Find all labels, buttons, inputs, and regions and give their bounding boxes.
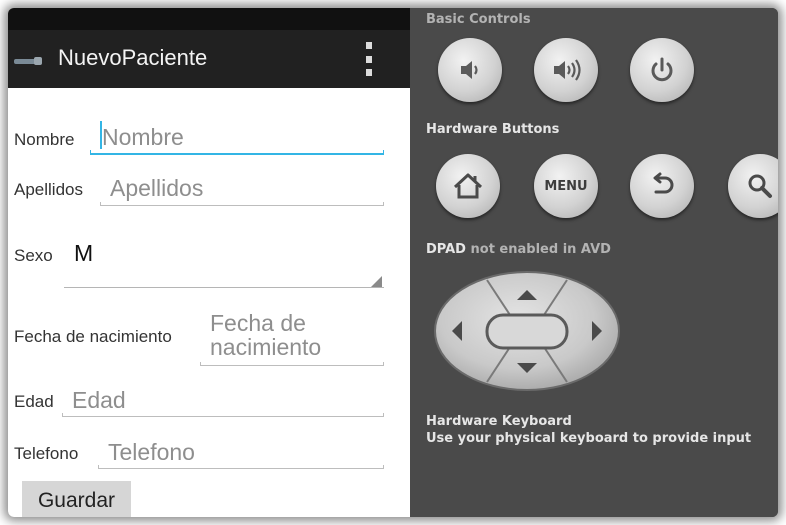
fecha-underline — [200, 362, 384, 366]
fecha-label: Fecha de nacimiento — [14, 327, 172, 346]
telefono-input[interactable] — [108, 437, 378, 467]
keyboard-description: Use your physical keyboard to provide in… — [426, 431, 752, 446]
guardar-button[interactable]: Guardar — [22, 481, 131, 517]
text-cursor — [100, 121, 102, 149]
fecha-placeholder-line1: Fecha de — [210, 310, 306, 336]
phone-screen: NuevoPaciente Nombre Apellidos Sexo M Fe… — [8, 8, 410, 517]
hardware-buttons-title: Hardware Buttons — [426, 122, 560, 137]
dpad-title: DPAD — [426, 242, 466, 257]
telefono-label: Telefono — [14, 444, 79, 463]
hardware-keyboard-info: Hardware Keyboard Use your physical keyb… — [426, 413, 751, 447]
apellidos-label: Apellidos — [14, 180, 83, 199]
apellidos-input[interactable] — [110, 173, 380, 203]
basic-controls-title: Basic Controls — [426, 12, 531, 27]
menu-button[interactable]: MENU — [534, 154, 598, 218]
edad-label: Edad — [14, 392, 54, 411]
volume-down-icon — [461, 61, 478, 79]
telefono-underline — [98, 465, 384, 469]
volume-down-button[interactable] — [438, 38, 502, 102]
menu-icon: MENU — [544, 178, 588, 194]
nombre-underline — [90, 150, 384, 155]
back-button[interactable] — [630, 154, 694, 218]
volume-up-button[interactable] — [534, 38, 598, 102]
power-icon — [651, 57, 673, 82]
edad-underline — [62, 413, 384, 417]
sexo-spinner[interactable]: M — [74, 240, 93, 267]
search-icon — [748, 174, 772, 198]
home-button[interactable] — [436, 154, 500, 218]
action-bar: NuevoPaciente — [8, 30, 410, 88]
fecha-placeholder-line2: nacimiento — [210, 334, 322, 360]
home-icon — [453, 173, 483, 199]
spinner-arrow-icon[interactable] — [371, 276, 382, 287]
app-logo-icon[interactable] — [14, 55, 44, 67]
fecha-input[interactable]: Fecha de nacimiento — [210, 311, 321, 359]
keyboard-title: Hardware Keyboard — [426, 414, 572, 429]
dpad-center-icon — [485, 313, 569, 350]
edad-input[interactable] — [72, 385, 372, 415]
power-button[interactable] — [630, 38, 694, 102]
app-title: NuevoPaciente — [58, 45, 208, 70]
dpad-status: DPAD not enabled in AVD — [426, 242, 611, 257]
dpad-note: not enabled in AVD — [465, 242, 611, 257]
dpad-control[interactable] — [432, 270, 622, 392]
volume-up-icon — [554, 59, 581, 81]
overflow-menu-icon[interactable] — [366, 42, 374, 76]
emulator-window: NuevoPaciente Nombre Apellidos Sexo M Fe… — [8, 8, 778, 517]
nombre-input[interactable] — [102, 122, 382, 152]
back-icon — [653, 172, 674, 194]
status-bar — [8, 8, 410, 30]
apellidos-underline — [100, 202, 384, 206]
sexo-label: Sexo — [14, 246, 53, 265]
sexo-underline — [64, 287, 384, 288]
emulator-controls: Basic Controls Hardware Buttons MENU DPA… — [410, 8, 778, 517]
search-button[interactable] — [728, 154, 778, 218]
nombre-label: Nombre — [14, 130, 75, 149]
